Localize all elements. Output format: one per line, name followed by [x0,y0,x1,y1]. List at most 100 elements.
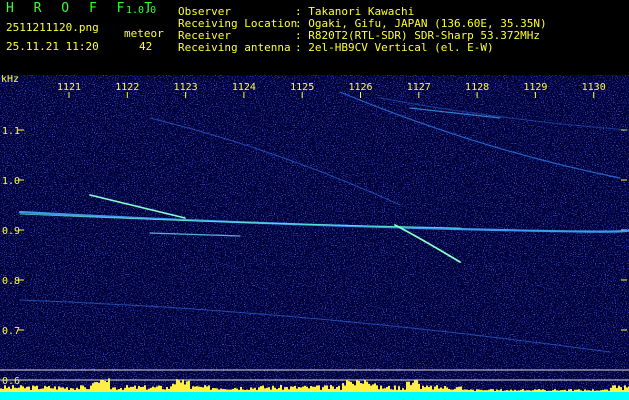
power-bar [74,389,76,392]
power-bar [304,385,306,392]
power-bar [162,389,164,392]
power-bar [32,385,34,392]
file-name: 2511211120.png [6,21,99,34]
power-bar [576,389,578,392]
power-bar [322,387,324,392]
power-bar [404,389,406,392]
power-bar [180,382,182,392]
power-bar [116,389,118,392]
power-bar [550,390,552,392]
power-bar [544,390,546,392]
power-bar [26,386,28,392]
power-bar [454,388,456,392]
power-bar [474,390,476,392]
power-bar [12,385,14,392]
power-bar [468,390,470,392]
power-bar [476,389,478,392]
power-bar [310,385,312,392]
power-bar [202,387,204,392]
power-bar [444,386,446,392]
power-bar [534,389,536,392]
power-bar [334,388,336,392]
power-bar [118,389,120,392]
power-bar [36,385,38,392]
power-bar [184,384,186,392]
power-bar [446,387,448,392]
power-bar [106,382,108,392]
power-bar [218,389,220,392]
power-bar [266,387,268,392]
power-bar [368,383,370,392]
power-bar [568,389,570,392]
power-bar [424,387,426,392]
power-bar [624,385,626,392]
frequency-tick-label: 1.0 [2,176,20,187]
power-bar [360,383,362,392]
power-bar [372,384,374,392]
power-bar [512,390,514,392]
power-bar [18,387,20,392]
power-bar [388,385,390,392]
power-bar [154,387,156,392]
power-bar [464,389,466,392]
power-bar [214,388,216,392]
power-bar [54,386,56,392]
power-bar [126,385,128,392]
power-bar [320,389,322,392]
power-bar [348,381,350,392]
power-bar [206,386,208,392]
power-bar [0,388,2,392]
antenna-label: Receiving antenna [178,41,291,54]
power-bar [422,385,424,392]
power-bar [432,389,434,392]
power-bar [280,385,282,392]
power-bar [260,386,262,392]
power-bar [294,385,296,392]
power-bar [170,386,172,392]
power-bar [452,389,454,392]
power-bar [340,389,342,392]
power-bar [598,390,600,392]
power-bar [28,386,30,392]
power-bar [224,389,226,392]
power-bar [496,389,498,392]
power-bar [572,390,574,392]
power-bar [554,389,556,392]
power-bar [332,386,334,392]
power-bar [566,390,568,392]
power-bar [52,388,54,392]
spectrogram: kHz 1121 1122 1123 1124 1125 1126 1127 1128 1129… [0,75,629,400]
power-bar [374,383,376,392]
power-bar [338,385,340,392]
power-bar [326,385,328,392]
power-bar [124,387,126,392]
power-bar [570,389,572,392]
power-bar [228,389,230,392]
power-bar [526,390,528,392]
power-bar [486,390,488,392]
power-bar [58,386,60,392]
power-bar [104,380,106,392]
power-bar [230,389,232,392]
power-bar [244,389,246,392]
power-bar [88,389,90,392]
power-bar [448,388,450,392]
meteor-label: meteor [124,27,164,40]
power-bar [248,389,250,392]
power-bar [62,387,64,392]
power-bar [56,389,58,392]
power-bar [428,386,430,392]
power-bar [158,385,160,392]
power-bar [582,390,584,392]
power-bar [122,389,124,392]
power-bar [306,386,308,392]
noise-texture [0,75,629,400]
power-bar [60,387,62,392]
power-bar [128,387,130,392]
power-bar [398,386,400,392]
power-bar [614,385,616,392]
power-bar [460,386,462,392]
power-bar [542,389,544,392]
power-bar [96,382,98,392]
power-bar [108,378,110,392]
